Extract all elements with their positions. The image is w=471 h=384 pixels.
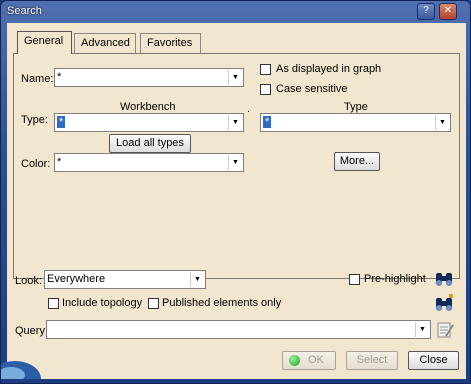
type-combo[interactable]: * ▼ <box>260 113 451 132</box>
dialog-body: General Advanced Favorites Name: * ▼ As … <box>1 23 466 379</box>
general-panel: Name: * ▼ As displayed in graph Case sen… <box>13 53 460 279</box>
query-combo[interactable]: ▼ <box>46 320 431 339</box>
dot-separator: . <box>247 103 251 115</box>
case-sensitive-label: Case sensitive <box>276 83 348 95</box>
close-window-button[interactable]: ✕ <box>439 3 457 20</box>
type-label: Type: <box>21 114 48 126</box>
type-value: * <box>263 116 272 128</box>
query-label: Query: <box>15 325 49 337</box>
chevron-down-icon[interactable]: ▼ <box>228 115 242 130</box>
published-only-label: Published elements only <box>162 297 282 309</box>
chevron-down-icon[interactable]: ▼ <box>415 322 429 337</box>
include-topology-checkbox[interactable] <box>48 298 59 309</box>
workbench-value: * <box>57 116 66 128</box>
search-dialog: Search ? ✕ General Advanced Favorites Na… <box>0 0 471 384</box>
ok-button[interactable]: OK <box>282 351 336 370</box>
look-value: Everywhere <box>47 273 106 285</box>
binoculars-search-icon[interactable] <box>433 268 455 290</box>
close-button[interactable]: Close <box>408 351 459 370</box>
globe-icon <box>1 361 41 379</box>
binoculars-add-icon[interactable] <box>433 293 455 315</box>
as-displayed-checkbox[interactable] <box>260 64 271 75</box>
look-combo[interactable]: Everywhere ▼ <box>44 270 206 289</box>
workbench-combo[interactable]: * ▼ <box>54 113 244 132</box>
prehighlight-label: Pre-highlight <box>364 273 426 285</box>
select-button[interactable]: Select <box>346 351 398 370</box>
tab-favorites[interactable]: Favorites <box>140 33 201 53</box>
title-bar[interactable]: Search ? ✕ <box>1 1 470 23</box>
color-combo[interactable]: * ▼ <box>54 153 244 172</box>
ok-status-icon <box>289 355 300 366</box>
published-only-checkbox[interactable] <box>148 298 159 309</box>
tab-advanced[interactable]: Advanced <box>74 33 136 53</box>
chevron-down-icon[interactable]: ▼ <box>190 272 204 287</box>
name-value: * <box>57 71 62 83</box>
tab-general[interactable]: General <box>17 31 72 54</box>
include-topology-label: Include topology <box>62 297 143 309</box>
name-combo[interactable]: * ▼ <box>54 68 244 87</box>
type-header: Type <box>344 101 368 113</box>
window-title: Search <box>7 5 42 17</box>
ok-label: OK <box>308 354 324 366</box>
case-sensitive-checkbox[interactable] <box>260 84 271 95</box>
name-label: Name: <box>21 73 54 85</box>
more-button[interactable]: More... <box>334 152 380 171</box>
prehighlight-checkbox[interactable] <box>349 274 360 285</box>
help-button[interactable]: ? <box>417 3 435 20</box>
as-displayed-label: As displayed in graph <box>276 63 382 75</box>
color-label: Color: <box>21 158 51 170</box>
chevron-down-icon[interactable]: ▼ <box>435 115 449 130</box>
chevron-down-icon[interactable]: ▼ <box>228 155 242 170</box>
chevron-down-icon[interactable]: ▼ <box>228 70 242 85</box>
load-all-types-button[interactable]: Load all types <box>109 134 191 153</box>
color-value: * <box>57 156 62 168</box>
query-edit-icon[interactable] <box>434 319 456 341</box>
workbench-header: Workbench <box>120 101 176 113</box>
look-label: Look: <box>15 275 42 287</box>
